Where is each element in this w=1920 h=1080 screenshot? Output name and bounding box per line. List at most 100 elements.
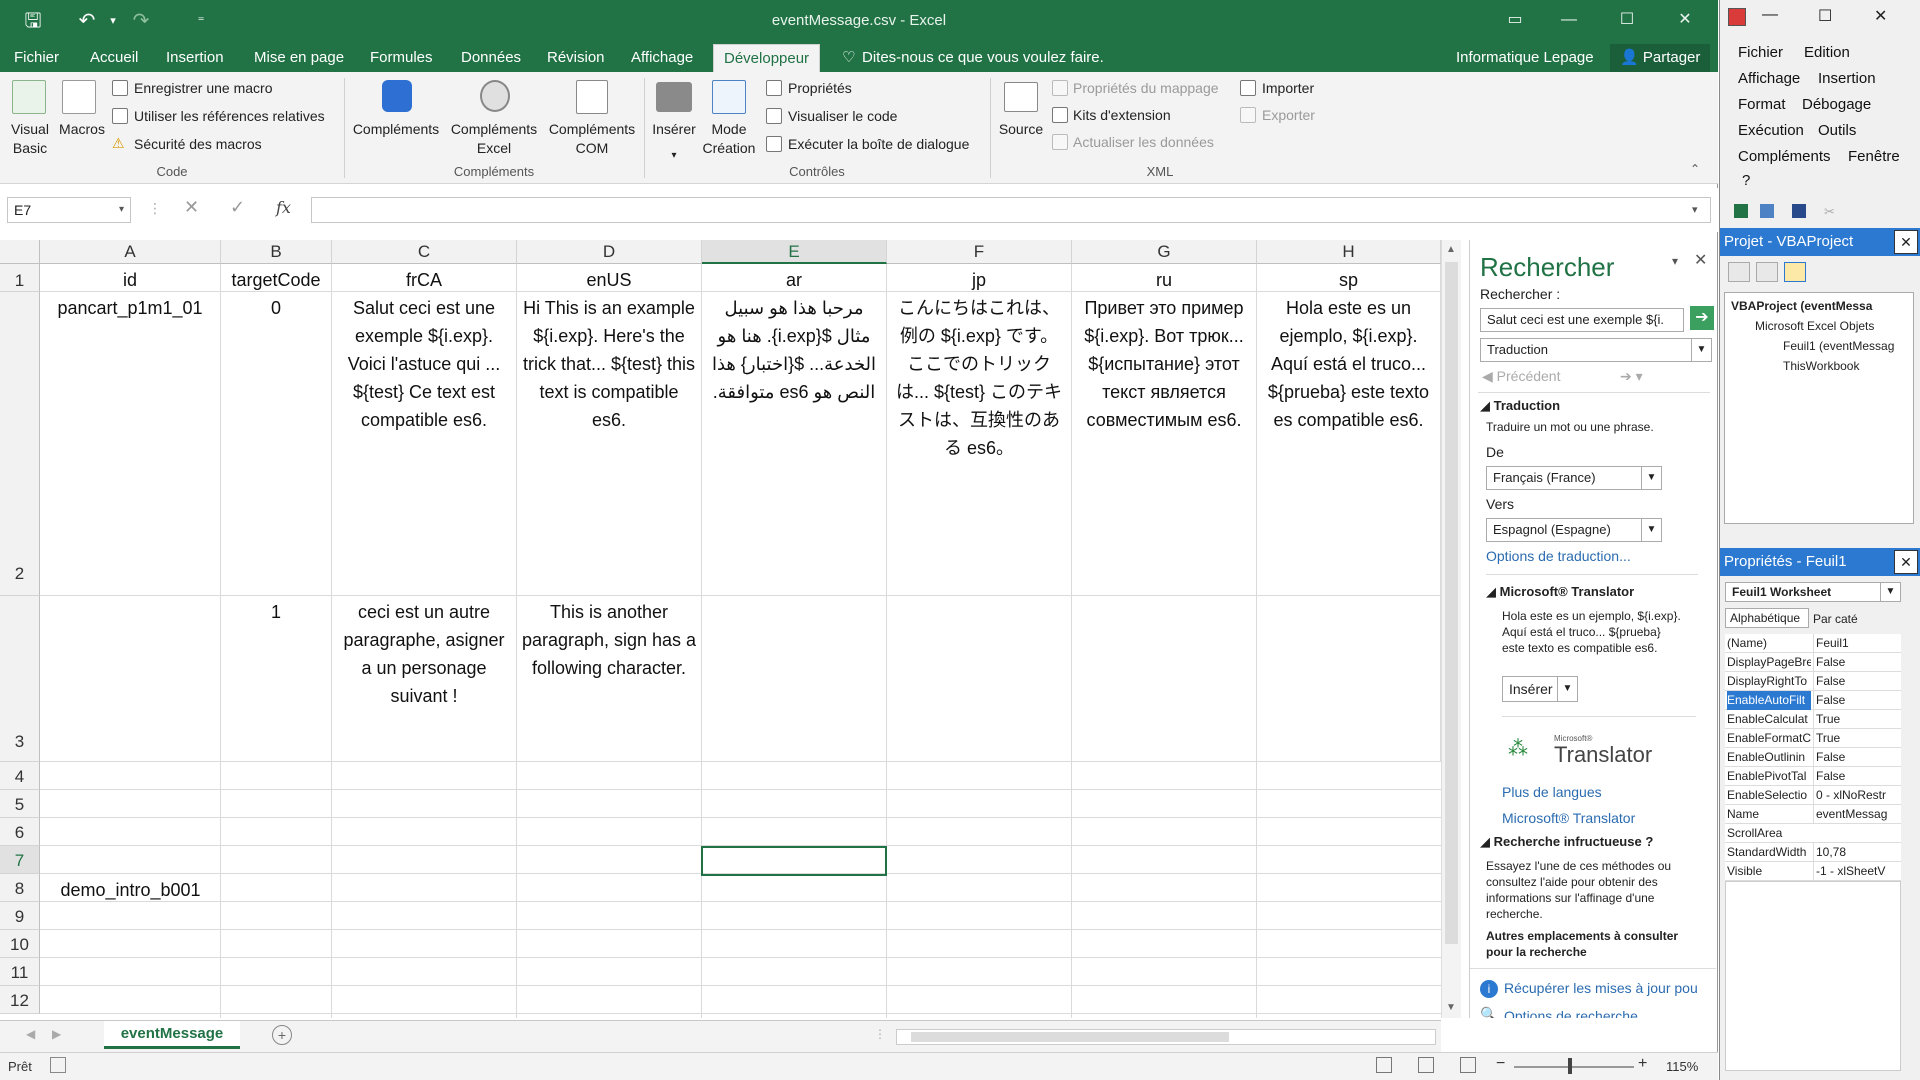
cell-c2[interactable]: Salut ceci est une exemple ${i.exp}. Voi…: [332, 292, 517, 596]
ribbon-display-icon[interactable]: ▭: [1492, 0, 1538, 40]
insert-module-icon[interactable]: [1760, 204, 1774, 218]
row-header-12[interactable]: 12: [0, 986, 40, 1014]
view-code-button[interactable]: Visualiser le code: [788, 108, 897, 124]
zoom-in-icon[interactable]: +: [1638, 1055, 1647, 1073]
column-header-g[interactable]: G: [1072, 240, 1257, 264]
name-box-dropdown-icon[interactable]: ▾: [119, 198, 124, 222]
account-name[interactable]: Informatique Lepage: [1450, 44, 1600, 72]
page-break-view-icon[interactable]: [1460, 1057, 1476, 1073]
vertical-scrollbar[interactable]: ▲ ▼: [1441, 240, 1461, 1018]
tab-split-handle[interactable]: ⋮: [874, 1027, 886, 1041]
row-header-10[interactable]: 10: [0, 930, 40, 958]
cell-f1[interactable]: jp: [887, 264, 1072, 292]
property-value[interactable]: 0 - xlNoRestr: [1813, 786, 1901, 805]
cell-e1[interactable]: ar: [702, 264, 887, 292]
column-header-d[interactable]: D: [517, 240, 702, 264]
prev-sheet-icon[interactable]: ◀: [26, 1027, 35, 1041]
row-header-7[interactable]: 7: [0, 846, 40, 874]
name-box[interactable]: E7 ▾: [7, 197, 131, 223]
tab-formules[interactable]: Formules: [364, 44, 439, 72]
row-header-5[interactable]: 5: [0, 790, 40, 818]
select-all-corner[interactable]: [0, 240, 40, 264]
row-header-8[interactable]: 8: [0, 874, 40, 902]
worksheet-grid[interactable]: A B C D E F G H 1 2 3 4 5 6 7 8 9 10 11 …: [0, 240, 1441, 1018]
row-header-9[interactable]: 9: [0, 902, 40, 930]
project-close-icon[interactable]: ✕: [1894, 230, 1918, 254]
scroll-thumb[interactable]: [1445, 262, 1458, 944]
zoom-level[interactable]: 115%: [1666, 1059, 1698, 1074]
search-failed-header[interactable]: ◢ Recherche infructueuse ?: [1480, 834, 1653, 850]
cell-g1[interactable]: ru: [1072, 264, 1257, 292]
empty-cells[interactable]: [40, 762, 1441, 1018]
search-options-link[interactable]: Options de recherche...: [1504, 1008, 1650, 1018]
scroll-down-icon[interactable]: ▼: [1446, 1002, 1456, 1013]
property-row[interactable]: EnablePivotTal False: [1725, 767, 1901, 786]
column-header-a[interactable]: A: [40, 240, 221, 264]
cell-c1[interactable]: frCA: [332, 264, 517, 292]
tab-revision[interactable]: Révision: [541, 44, 611, 72]
cell-a8[interactable]: demo_intro_b001: [40, 874, 221, 902]
properties-close-icon[interactable]: ✕: [1894, 550, 1918, 574]
view-excel-icon[interactable]: [1734, 204, 1748, 218]
cell-d1[interactable]: enUS: [517, 264, 702, 292]
column-header-c[interactable]: C: [332, 240, 517, 264]
get-updates-link[interactable]: Récupérer les mises à jour pou: [1504, 980, 1698, 996]
vba-close-icon[interactable]: ✕: [1874, 6, 1887, 26]
property-value[interactable]: Feuil1: [1813, 634, 1901, 653]
expand-formula-icon[interactable]: ▾: [1692, 203, 1698, 216]
tab-insertion[interactable]: Insertion: [160, 44, 230, 72]
zoom-slider[interactable]: [1514, 1066, 1634, 1068]
property-row[interactable]: (Name) Feuil1: [1725, 634, 1901, 653]
cell-f3[interactable]: [887, 596, 1072, 762]
property-row-selected[interactable]: EnableAutoFilt False: [1725, 691, 1901, 710]
vba-menu-execution[interactable]: Exécution: [1738, 122, 1804, 139]
cell-g3[interactable]: [1072, 596, 1257, 762]
start-search-icon[interactable]: ➔: [1690, 306, 1714, 330]
next-sheet-icon[interactable]: ▶: [52, 1027, 61, 1041]
property-value[interactable]: eventMessag: [1813, 805, 1901, 824]
vba-menu-fenetre[interactable]: Fenêtre: [1848, 148, 1900, 165]
cell-h3[interactable]: [1257, 596, 1441, 762]
new-sheet-icon[interactable]: +: [272, 1025, 292, 1045]
cell-d3[interactable]: This is another paragraph, sign has a fo…: [517, 596, 702, 762]
tree-node-feuil1[interactable]: Feuil1 (eventMessag: [1783, 339, 1894, 353]
object-select[interactable]: Feuil1 Worksheet ▼: [1725, 582, 1901, 602]
project-tree[interactable]: VBAProject (eventMessa Microsoft Excel O…: [1724, 292, 1914, 524]
property-row[interactable]: EnableOutlinin False: [1725, 748, 1901, 767]
property-row[interactable]: Visible -1 - xlSheetV: [1725, 862, 1901, 881]
properties-button[interactable]: Propriétés: [788, 80, 852, 96]
property-value[interactable]: False: [1813, 767, 1901, 786]
vba-menu-debogage[interactable]: Débogage: [1802, 96, 1871, 113]
zoom-out-icon[interactable]: −: [1496, 1055, 1505, 1073]
cell-d2[interactable]: Hi This is an example ${i.exp}. Here's t…: [517, 292, 702, 596]
macro-record-status-icon[interactable]: [50, 1057, 66, 1073]
insert-dropdown-icon[interactable]: ▾: [664, 146, 684, 165]
expansion-packs-button[interactable]: Kits d'extension: [1073, 107, 1171, 123]
tree-node-thisworkbook[interactable]: ThisWorkbook: [1783, 359, 1859, 373]
tab-mise-en-page[interactable]: Mise en page: [248, 44, 350, 72]
property-value[interactable]: False: [1813, 653, 1901, 672]
tab-fichier[interactable]: Fichier: [8, 44, 65, 72]
property-row[interactable]: DisplayRightTo False: [1725, 672, 1901, 691]
cell-e2[interactable]: مرحبا هذا هو سبيل مثال ${i.exp}. هنا هو …: [702, 292, 887, 596]
ms-translator-header[interactable]: ◢ Microsoft® Translator: [1486, 584, 1634, 600]
cell-b2[interactable]: 0: [221, 292, 332, 596]
column-header-b[interactable]: B: [221, 240, 332, 264]
horizontal-scrollbar[interactable]: [896, 1029, 1436, 1045]
property-row[interactable]: EnableFormatC True: [1725, 729, 1901, 748]
vba-menu-complements[interactable]: Compléments: [1738, 148, 1831, 165]
sheet-tab-eventmessage[interactable]: eventMessage: [104, 1021, 240, 1049]
cell-a3[interactable]: [40, 596, 221, 762]
more-languages-link[interactable]: Plus de langues: [1502, 784, 1602, 800]
tell-me-box[interactable]: Dites-nous ce que vous voulez faire.: [856, 44, 1110, 72]
close-icon[interactable]: ✕: [1662, 0, 1708, 40]
row-header-3[interactable]: 3: [0, 596, 40, 762]
xml-source-button[interactable]: Source: [996, 120, 1046, 139]
collapse-ribbon-icon[interactable]: ⌃: [1690, 162, 1700, 176]
column-header-h[interactable]: H: [1257, 240, 1441, 264]
complements-button[interactable]: Compléments: [350, 120, 442, 139]
row-header-1[interactable]: 1: [0, 264, 40, 292]
cell-e3[interactable]: [702, 596, 887, 762]
tab-accueil[interactable]: Accueil: [84, 44, 144, 72]
ms-translator-link[interactable]: Microsoft® Translator: [1502, 810, 1635, 826]
